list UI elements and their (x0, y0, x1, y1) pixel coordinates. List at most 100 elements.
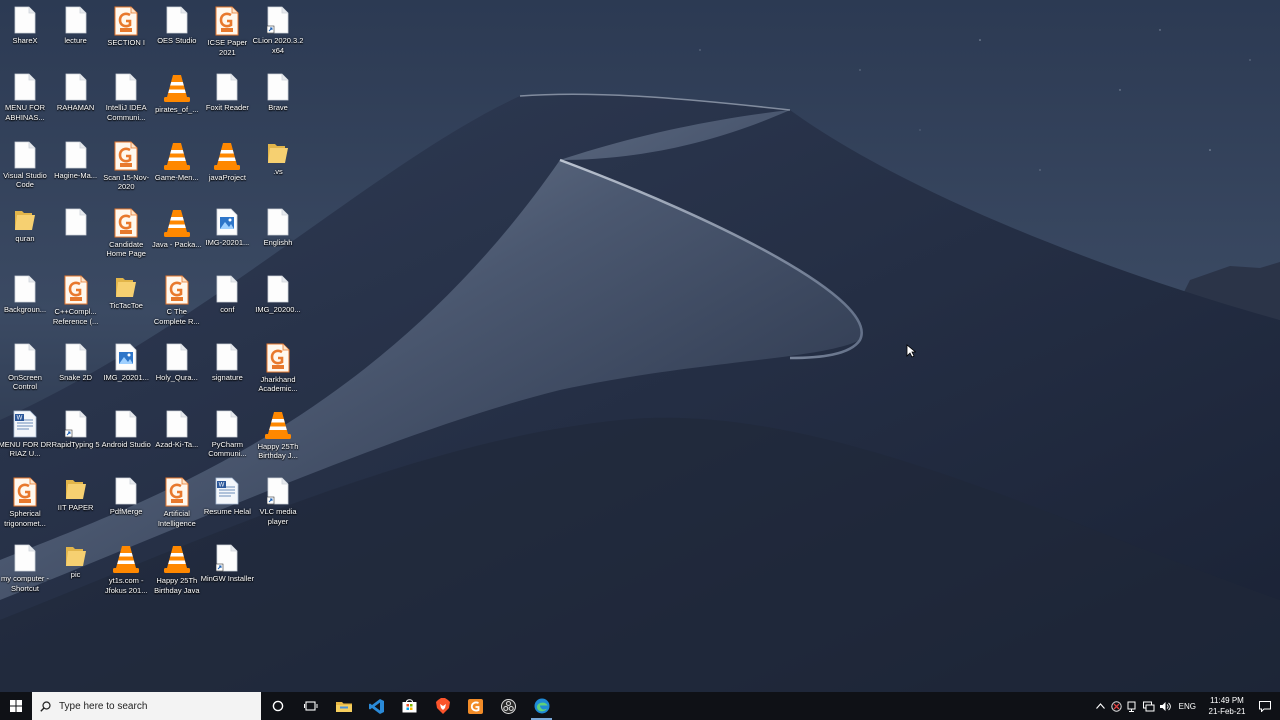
show-hidden-icons-button[interactable] (1093, 692, 1109, 720)
desktop-icon[interactable]: Happy 25Th Birthday Java (150, 538, 204, 602)
desktop-icon[interactable]: Snake 2D (49, 337, 103, 401)
desktop-icon[interactable]: Backgroun... (0, 269, 52, 333)
edge-button[interactable] (525, 692, 558, 720)
desktop-icon[interactable]: CLion 2020.3.2 x64 (251, 0, 305, 64)
desktop-icon[interactable]: ICSE Paper 2021 (200, 0, 254, 64)
desktop-icon[interactable]: Game-Men... (150, 135, 204, 199)
file-icon (65, 135, 87, 169)
desktop-icon[interactable]: IMG_20201... (99, 337, 153, 401)
desktop-icon[interactable]: Scan 15-Nov-2020 (99, 135, 153, 199)
desktop-icon[interactable]: signature (200, 337, 254, 401)
desktop-icon[interactable]: Brave (251, 67, 305, 131)
desktop-icon[interactable]: pic (49, 538, 103, 602)
desktop-icon[interactable]: RapidTyping 5 (49, 404, 103, 468)
desktop-icon[interactable]: yt1s.com - Jfokus 201... (99, 538, 153, 602)
desktop-icon[interactable]: javaProject (200, 135, 254, 199)
file-icon (14, 538, 36, 572)
desktop-icon-label: Englishh (263, 237, 293, 247)
desktop-icon-label: Azad-Ki-Ta... (155, 439, 199, 449)
desktop-icon[interactable]: SECTION I (99, 0, 153, 64)
desktop-icon[interactable] (49, 202, 103, 266)
desktop-icon[interactable]: Jharkhand Academic... (251, 337, 305, 401)
desktop-icon[interactable]: MinGW Installer (200, 538, 254, 602)
file-icon (216, 404, 238, 438)
desktop-icon[interactable]: Candidate Home Page (99, 202, 153, 266)
vscode-button[interactable] (360, 692, 393, 720)
file-icon (166, 404, 188, 438)
word-document-icon: W (13, 404, 37, 438)
desktop-icon[interactable]: pirates_of_... (150, 67, 204, 131)
input-language-indicator[interactable]: ENG (1179, 702, 1196, 711)
desktop-icon[interactable]: PyCharm Communi... (200, 404, 254, 468)
pdf-file-icon (165, 471, 189, 507)
desktop-icon[interactable]: IMG_20200... (251, 269, 305, 333)
desktop-icon[interactable]: IIT PAPER (49, 471, 103, 535)
desktop-icon[interactable]: OnScreen Control (0, 337, 52, 401)
desktop-icon[interactable]: lecture (49, 0, 103, 64)
desktop-icon[interactable]: Artificial Intelligence (150, 471, 204, 535)
store-button[interactable] (393, 692, 426, 720)
desktop-icon[interactable]: W Resume Helal (200, 471, 254, 535)
task-view-button[interactable] (294, 692, 327, 720)
desktop-icon[interactable]: PdfMerge (99, 471, 153, 535)
shortcut-file-icon (267, 0, 289, 34)
desktop-icon[interactable]: Englishh (251, 202, 305, 266)
desktop-icon-label: Game-Men... (154, 172, 199, 182)
cortana-button[interactable] (261, 692, 294, 720)
desktop-icon[interactable]: .vs (251, 135, 305, 199)
taskbar-search-box[interactable]: Type here to search (32, 692, 261, 720)
desktop-icon-label: Snake 2D (59, 372, 93, 382)
device-tray-button[interactable] (1125, 692, 1141, 720)
file-icon (216, 67, 238, 101)
desktop-icon[interactable]: Java - Packa... (150, 202, 204, 266)
desktop-icon-label: Resume Helal (203, 507, 251, 517)
action-center-button[interactable] (1250, 692, 1280, 720)
desktop-icon-label: ShareX (12, 36, 38, 45)
desktop-icon[interactable]: Android Studio (99, 404, 153, 468)
volume-tray-button[interactable] (1157, 692, 1173, 720)
file-explorer-button[interactable] (327, 692, 360, 720)
desktop-icon[interactable]: Hagine-Ma... (49, 135, 103, 199)
desktop-icon[interactable]: Azad-Ki-Ta... (150, 404, 204, 468)
start-button[interactable] (0, 692, 32, 720)
vscode-icon (369, 698, 384, 714)
desktop-icon[interactable]: quran (0, 202, 52, 266)
desktop-icon[interactable]: Spherical trigonomet... (0, 471, 52, 535)
clock[interactable]: 11:49 PM 21-Feb-21 (1204, 695, 1250, 717)
file-icon (14, 135, 36, 169)
desktop-icon[interactable]: VLC media player (251, 471, 305, 535)
desktop-icon[interactable]: IntelliJ IDEA Communi... (99, 67, 153, 131)
desktop-icon[interactable]: Holy_Qura... (150, 337, 204, 401)
desktop-icon-label: MENU FOR DR RIAZ U... (0, 439, 52, 459)
desktop-icon-label: Holy_Qura... (155, 372, 198, 382)
image-file-icon (216, 202, 238, 236)
desktop-icon[interactable]: OES Studio (150, 0, 204, 64)
desktop-icon[interactable]: IMG-20201... (200, 202, 254, 266)
security-tray-button[interactable] (1109, 692, 1125, 720)
desktop-icon[interactable]: RAHAMAN (49, 67, 103, 131)
network-tray-button[interactable] (1141, 692, 1157, 720)
desktop-icon-label: PdfMerge (109, 507, 143, 517)
vlc-media-icon (163, 538, 191, 574)
desktop-icon[interactable]: TicTacToe (99, 269, 153, 333)
folder-icon (14, 202, 36, 232)
file-icon (65, 202, 87, 236)
desktop-icon[interactable]: MENU FOR ABHINAS... (0, 67, 52, 131)
desktop-icon[interactable]: ShareX (0, 0, 52, 64)
obs-button[interactable] (492, 692, 525, 720)
desktop-icon-label: Artificial Intelligence (157, 509, 196, 528)
pdf-file-icon (64, 269, 88, 305)
desktop-icon[interactable]: my computer - Shortcut (0, 538, 52, 602)
desktop-icon[interactable]: C The Complete R... (150, 269, 204, 333)
desktop-icon[interactable]: C++Compl... Reference (... (49, 269, 103, 333)
desktop-icon[interactable]: W MENU FOR DR RIAZ U... (0, 404, 52, 468)
desktop-icon[interactable]: Happy 25Th Birthday J... (251, 404, 305, 468)
desktop-icon[interactable]: Foxit Reader (200, 67, 254, 131)
desktop-icon-label: ICSE Paper 2021 (207, 38, 248, 57)
pdf-file-icon (114, 0, 138, 36)
desktop-icon[interactable]: Visual Studio Code (0, 135, 52, 199)
desktop-icon[interactable]: conf (200, 269, 254, 333)
brave-button[interactable] (426, 692, 459, 720)
desktop-icon-label: Visual Studio Code (3, 170, 47, 190)
foxit-button[interactable] (459, 692, 492, 720)
